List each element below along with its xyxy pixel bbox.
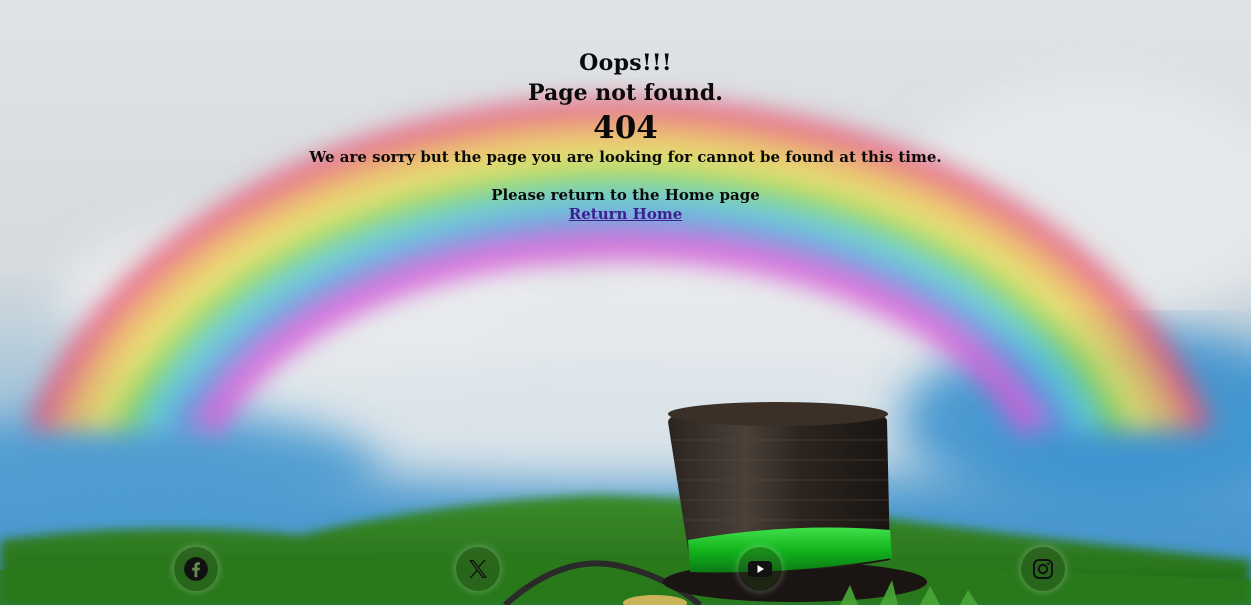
youtube-link[interactable] — [738, 547, 782, 591]
facebook-link[interactable] — [174, 547, 218, 591]
youtube-icon — [748, 561, 772, 577]
instagram-link[interactable] — [1021, 547, 1065, 591]
x-icon — [469, 560, 487, 578]
facebook-icon — [184, 557, 208, 581]
return-instruction: Please return to the Home page — [491, 186, 760, 204]
error-page: Oops!!! Page not found. 404 We are sorry… — [0, 0, 1251, 605]
oops-heading: Oops!!! — [579, 50, 672, 76]
error-code: 404 — [593, 110, 658, 146]
apology-text: We are sorry but the page you are lookin… — [309, 148, 942, 166]
page-not-found-heading: Page not found. — [528, 80, 723, 106]
return-home-container: Return Home — [0, 205, 1251, 223]
instagram-icon — [1033, 559, 1053, 579]
return-home-link[interactable]: Return Home — [569, 205, 682, 223]
x-link[interactable] — [456, 547, 500, 591]
